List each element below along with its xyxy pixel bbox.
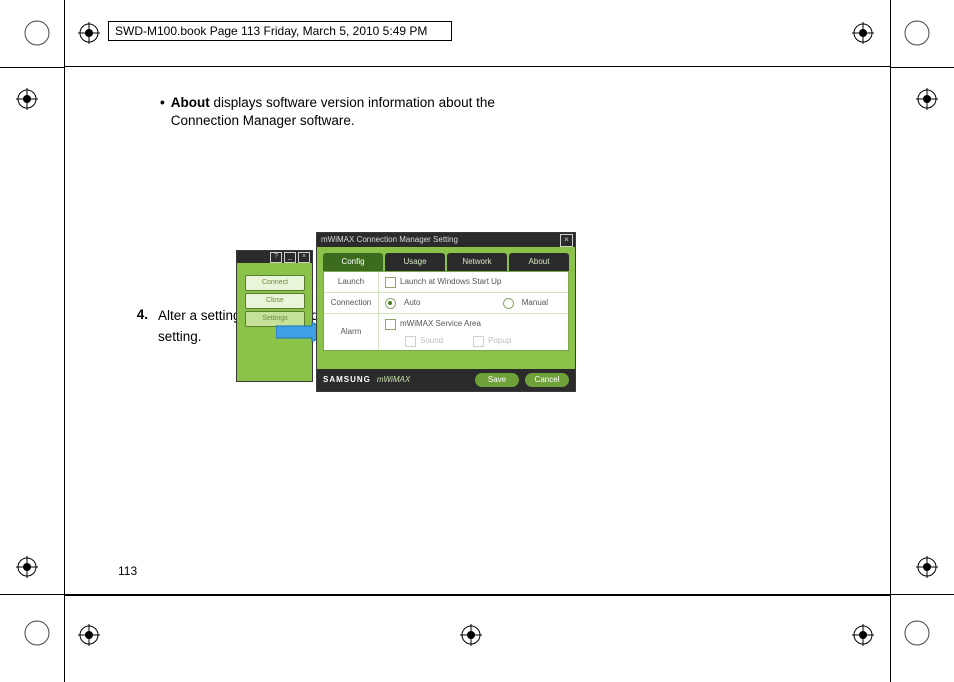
radio-manual[interactable] <box>503 298 514 309</box>
dialog-footer: SAMSUNG mWiMAX Save Cancel <box>317 369 575 391</box>
help-icon[interactable]: ? <box>270 252 282 263</box>
alarm-sub-options: Sound Popup <box>379 333 568 349</box>
crop-hline-bottom <box>0 594 954 595</box>
mini-widget: ? _ × Connect Close Settings <box>236 250 313 382</box>
document-header: SWD-M100.book Page 113 Friday, March 5, … <box>108 21 452 41</box>
step-number: 4. <box>132 306 148 348</box>
opt-popup: Popup <box>488 336 511 347</box>
registration-mark-icon <box>24 20 50 46</box>
crop-vline-right <box>890 0 891 682</box>
opt-launch-startup: Launch at Windows Start Up <box>400 277 501 288</box>
bullet-marker: • <box>160 94 165 130</box>
minimize-icon[interactable]: _ <box>284 252 296 263</box>
save-button[interactable]: Save <box>475 373 519 387</box>
dialog-tabs: Config Usage Network About <box>323 253 569 271</box>
mini-titlebar: ? _ × <box>237 251 312 263</box>
crosshair-icon <box>78 22 100 44</box>
crosshair-icon <box>16 88 38 110</box>
crosshair-icon <box>460 624 482 646</box>
checkbox-launch-startup[interactable] <box>385 277 396 288</box>
bullet-bold: About <box>171 95 210 110</box>
connect-button[interactable]: Connect <box>245 275 305 291</box>
crosshair-icon <box>16 556 38 578</box>
bullet-rest: displays software version information ab… <box>171 95 495 128</box>
cancel-button[interactable]: Cancel <box>525 373 569 387</box>
dialog-titlebar: mWiMAX Connection Manager Setting × <box>317 233 575 247</box>
opt-auto: Auto <box>404 298 420 309</box>
label-alarm: Alarm <box>324 314 379 350</box>
crosshair-icon <box>916 88 938 110</box>
close-icon[interactable]: × <box>298 252 310 263</box>
brand-samsung: SAMSUNG <box>323 375 371 386</box>
tab-about[interactable]: About <box>509 253 569 271</box>
crosshair-icon <box>916 556 938 578</box>
label-launch: Launch <box>324 272 379 292</box>
tab-usage[interactable]: Usage <box>385 253 445 271</box>
label-connection: Connection <box>324 293 379 313</box>
tab-network[interactable]: Network <box>447 253 507 271</box>
row-launch: Launch Launch at Windows Start Up <box>324 272 568 293</box>
brand-mwimax: mWiMAX <box>377 375 410 386</box>
row-alarm: Alarm mWiMAX Service Area Sound Popup <box>324 314 568 350</box>
checkbox-popup[interactable] <box>473 336 484 347</box>
bullet-item: • About displays software version inform… <box>160 94 558 130</box>
crosshair-icon <box>78 624 100 646</box>
close-button[interactable]: Close <box>245 293 305 309</box>
settings-dialog: mWiMAX Connection Manager Setting × Conf… <box>316 232 576 392</box>
checkbox-service-area[interactable] <box>385 319 396 330</box>
opt-service-area: mWiMAX Service Area <box>400 319 481 330</box>
dialog-title: mWiMAX Connection Manager Setting <box>321 235 458 244</box>
content-area: • About displays software version inform… <box>118 94 558 348</box>
close-icon[interactable]: × <box>560 234 573 247</box>
radio-auto[interactable] <box>385 298 396 309</box>
registration-mark-icon <box>904 620 930 646</box>
crosshair-icon <box>852 624 874 646</box>
bullet-text: About displays software version informat… <box>171 94 558 130</box>
registration-mark-icon <box>904 20 930 46</box>
embedded-screenshot: ? _ × Connect Close Settings mWiMAX Conn… <box>236 232 576 394</box>
page-number: 113 <box>118 564 137 578</box>
registration-mark-icon <box>24 620 50 646</box>
config-panel: Launch Launch at Windows Start Up Connec… <box>323 271 569 351</box>
crosshair-icon <box>852 22 874 44</box>
opt-sound: Sound <box>420 336 443 347</box>
opt-manual: Manual <box>522 298 548 309</box>
tab-config[interactable]: Config <box>323 253 383 271</box>
checkbox-sound[interactable] <box>405 336 416 347</box>
row-connection: Connection Auto Manual <box>324 293 568 314</box>
